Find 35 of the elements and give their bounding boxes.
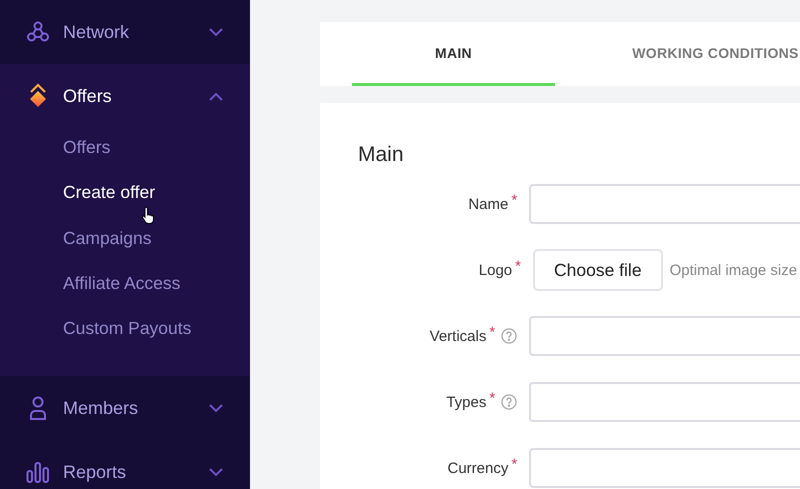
network-icon bbox=[27, 21, 49, 43]
submenu-item[interactable]: Custom Payouts bbox=[63, 306, 192, 352]
chevron-down-icon[interactable] bbox=[209, 28, 223, 36]
required-mark: * bbox=[515, 258, 521, 275]
tab[interactable]: MAIN bbox=[352, 22, 555, 86]
required-mark: * bbox=[489, 390, 496, 407]
hint-text: Optimal image size bbox=[670, 262, 798, 278]
submenu-item[interactable]: Affiliate Access bbox=[63, 260, 180, 306]
chevron-down-icon[interactable] bbox=[209, 468, 223, 477]
nav-item[interactable]: Offers bbox=[63, 86, 209, 106]
help-icon[interactable] bbox=[501, 328, 518, 344]
field-label: Verticals bbox=[430, 328, 486, 344]
bar-chart-icon bbox=[26, 461, 50, 484]
nav-item[interactable]: Network bbox=[63, 22, 209, 42]
nav-item[interactable]: Members bbox=[63, 398, 209, 419]
field-label: Currency bbox=[447, 460, 508, 476]
diamond-icon bbox=[28, 83, 48, 109]
field-label: Logo bbox=[478, 262, 512, 278]
chevron-up-icon[interactable] bbox=[209, 92, 223, 100]
section-title: Main bbox=[358, 143, 405, 167]
choose-file-button[interactable]: Choose file bbox=[533, 249, 663, 291]
submenu-item[interactable]: Create offer bbox=[63, 170, 156, 216]
field-label: Types bbox=[446, 394, 486, 410]
nav-item[interactable]: Reports bbox=[63, 462, 209, 483]
submenu-item[interactable]: Campaigns bbox=[63, 216, 152, 261]
pointer-cursor-icon bbox=[142, 207, 154, 224]
person-icon bbox=[29, 396, 47, 420]
required-mark: * bbox=[511, 192, 518, 209]
help-icon[interactable] bbox=[501, 394, 518, 410]
chevron-down-icon[interactable] bbox=[209, 404, 223, 413]
tab[interactable]: WORKING CONDITIONS bbox=[614, 22, 800, 86]
field-label: Name bbox=[468, 196, 508, 212]
required-mark: * bbox=[511, 456, 518, 473]
required-mark: * bbox=[489, 324, 496, 341]
submenu-item[interactable]: Offers bbox=[63, 125, 110, 170]
